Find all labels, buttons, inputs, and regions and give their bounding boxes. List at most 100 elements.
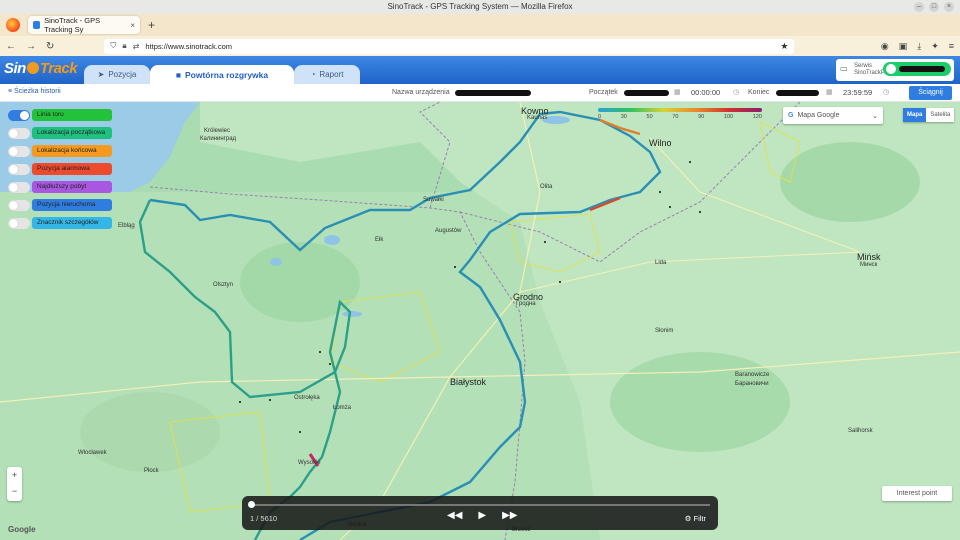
tab-position[interactable]: ➤ Pozycja [84,65,150,84]
report-icon: ◔ [310,70,316,79]
downloads-icon[interactable]: ⤓ [917,41,921,52]
pocket-icon[interactable]: ▣ [899,41,908,52]
clock-icon[interactable]: ◷ [733,88,739,96]
reload-icon[interactable]: ↻ [46,41,54,52]
filter-button[interactable]: ⚙ Filtr [685,514,706,523]
browser-tab[interactable]: SinoTrack - GPS Tracking Sy × [28,16,140,34]
new-tab-icon[interactable]: + [148,18,155,32]
minimize-icon[interactable]: – [914,2,924,12]
chevron-down-icon: ⌄ [872,112,878,120]
legend-row-alarm-position[interactable]: Pozycja alarmowa [8,163,112,175]
city-label: Гродна [516,301,536,307]
app-header: Sin Track ➤ Pozycja ■ Powtórna rozgrywka … [0,56,960,84]
city-label: Ostrołęka [294,395,320,401]
map-source-select[interactable]: G Mapa Google ⌄ [783,107,883,124]
map-source-value: Mapa Google [797,112,840,119]
forward-icon[interactable]: → [26,41,36,52]
city-label: Elbląg [118,223,135,229]
firefox-icon[interactable] [6,18,20,32]
toggle-longest-stay[interactable] [8,181,30,193]
tab-playback[interactable]: ■ Powtórna rozgrywka [150,65,294,84]
toggle-track-line[interactable] [8,109,30,121]
start-time-input[interactable]: 00:00:00 [691,88,720,97]
menu-icon[interactable]: ≡ [949,41,954,52]
toggle-detail-marker[interactable] [8,217,30,229]
legend-row-end-location[interactable]: Lokalizacja końcowa [8,145,112,157]
zoom-out-button[interactable]: − [7,483,22,499]
city-label: Baranowicze [735,372,770,378]
legend-row-start-location[interactable]: Lokalizacja początkowa [8,127,112,139]
speed-tick: 100 [723,114,734,120]
device-name-label: Nazwa urządzenia [392,89,450,96]
city-label: Mińsk [857,252,881,262]
speed-tick: 90 [698,114,705,120]
play-icon[interactable]: ▶ [478,510,486,521]
tab-position-label: Pozycja [108,70,137,79]
history-label: Ścieżka historii [14,88,61,95]
close-tab-icon[interactable]: × [130,21,135,30]
city-label: Wysokie [298,460,321,466]
tab-report[interactable]: ◔ Raport [294,65,360,84]
extensions-icon[interactable]: ✦ [931,41,939,52]
forest-patch [80,392,220,472]
tab-strip: SinoTrack - GPS Tracking Sy × + [0,14,960,36]
city-label: Барановичи [735,381,769,387]
map-type-satellite-button[interactable]: Satelita [926,108,955,122]
speed-tick: 70 [672,114,679,120]
device-name-input[interactable] [455,90,531,96]
zoom-control: + − [7,467,22,501]
city-label: Płock [144,468,159,474]
history-toolbar: ≡ Ścieżka historii Nazwa urządzenia Pocz… [0,84,960,102]
user-pill[interactable] [883,62,951,76]
tab-report-label: Raport [319,70,344,79]
history-path-link[interactable]: ≡ Ścieżka historii [8,88,61,95]
sinotrack-logo: Sin Track [4,60,78,77]
legend-row-detail-marker[interactable]: Znacznik szczegółów [8,217,112,229]
nav-bar: ← → ↻ ⛉ 🔒︎ ⇄ https://www.sinotrack.com ★… [0,36,960,56]
city-label: Wilno [649,138,672,148]
end-label: Koniec [748,89,770,96]
legend-row-longest-stay[interactable]: Najdłuższy pobyt [8,181,112,193]
playback-progress-thumb[interactable] [248,501,255,508]
forest-patch [240,242,360,322]
favicon-icon [33,21,41,29]
city-label: Минск [860,262,878,268]
end-date-input[interactable] [776,90,819,96]
bookmark-star-icon[interactable]: ★ [780,41,788,52]
map-type-map-button[interactable]: Mapa [903,108,927,122]
legend-row-track-line[interactable]: Linia toru [8,109,112,121]
clock-icon[interactable]: ◷ [883,88,889,96]
lake [342,311,362,317]
maximize-icon[interactable]: □ [929,2,939,12]
tab-playback-label: Powtórna rozgrywka [185,69,269,80]
toggle-start-location[interactable] [8,127,30,139]
user-area[interactable]: ▭ Serwis SinoTrackPro [836,59,954,81]
account-icon[interactable]: ◉ [881,41,889,52]
city-label: Łomża [333,405,352,411]
rewind-icon[interactable]: ◀◀ [447,510,462,521]
fetch-button[interactable]: Ściągnij [909,86,952,100]
map-canvas[interactable]: Kowno Kaunas Wilno Olita Królewiec Калинингра… [0,102,960,540]
city-label: Olsztyn [213,282,234,288]
user-icon: ▭ [840,64,848,73]
toggle-alarm-position[interactable] [8,163,30,175]
fast-forward-icon[interactable]: ▶▶ [502,510,517,521]
start-date-input[interactable] [624,90,669,96]
interest-point-select[interactable]: Interest point [882,486,952,501]
back-icon[interactable]: ← [6,41,16,52]
url-bar[interactable]: ⛉ 🔒︎ ⇄ https://www.sinotrack.com ★ [104,38,795,54]
calendar-icon[interactable]: ▦ [674,88,681,96]
logo-o-icon [26,62,39,74]
lake [324,235,340,245]
zoom-in-button[interactable]: + [7,467,22,483]
logo-text-part1: Sin [4,60,26,77]
city-label: Ełk [375,237,384,243]
city-label: Salihorsk [848,428,873,434]
legend-row-stationary-position[interactable]: Pozycja nieruchoma [8,199,112,211]
calendar-icon[interactable]: ▦ [826,88,833,96]
close-window-icon[interactable]: × [944,2,954,12]
toggle-stationary-position[interactable] [8,199,30,211]
toggle-end-location[interactable] [8,145,30,157]
end-time-input[interactable]: 23:59:59 [843,88,872,97]
playback-progress-track[interactable] [250,504,710,506]
